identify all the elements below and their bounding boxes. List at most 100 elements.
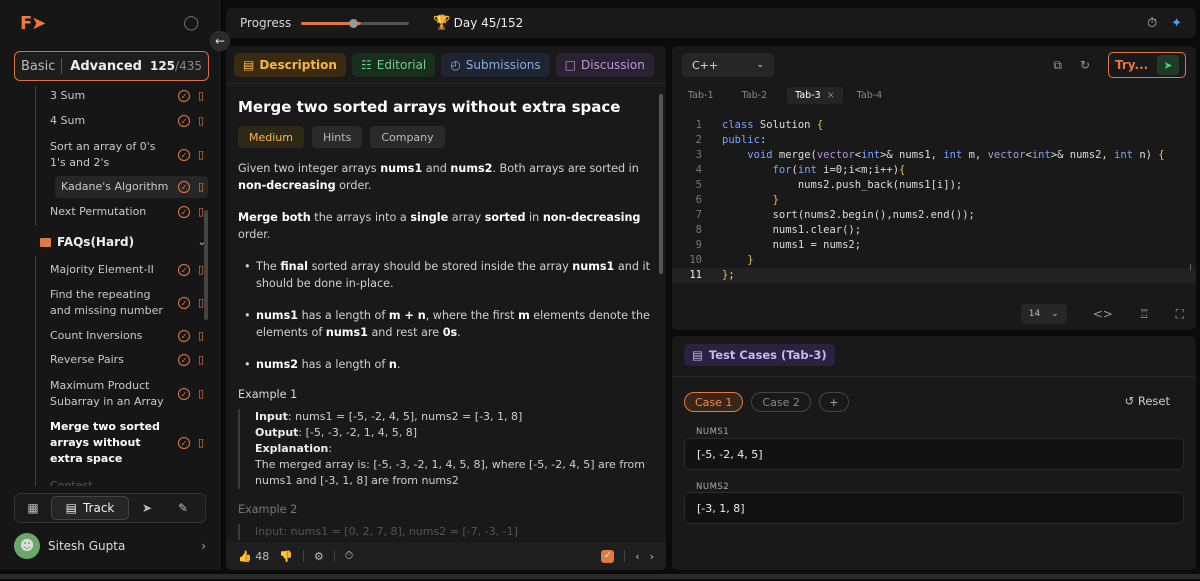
description-footer: 👍 48 👎 ⚙ ⏱ ✓ ‹ › [226, 542, 666, 570]
timer-icon[interactable]: ⏱ [345, 549, 354, 563]
code-line[interactable]: 3 void merge(vector<int>& nums1, int m, … [672, 148, 1196, 163]
bookmark-icon[interactable]: ▯ [198, 90, 208, 102]
line-number: 5 [695, 179, 702, 191]
prev-icon[interactable]: ‹ [635, 550, 639, 563]
progress-label: Progress [240, 16, 292, 30]
list-item[interactable]: Find the repeating and missing number ✓ ▯ [50, 286, 208, 320]
code-line[interactable]: 11}; [672, 268, 1196, 283]
close-icon[interactable]: × [827, 90, 835, 101]
try-button[interactable]: Try... ➤ [1108, 52, 1186, 78]
font-size-select[interactable]: 14 ⌄ [1020, 304, 1067, 324]
file-tab-active[interactable]: Tab-3 × [787, 86, 843, 104]
grid-icon[interactable]: ▦ [15, 501, 51, 515]
track-button[interactable]: ▤ Track [51, 496, 129, 520]
case-tab[interactable]: Case 2 [751, 392, 811, 412]
list-item-active[interactable]: Merge two sorted arrays without extra sp… [50, 418, 208, 468]
check-icon: ✓ [178, 149, 190, 161]
list-item[interactable]: 4 Sum ✓ ▯ [50, 113, 208, 129]
hints-tag[interactable]: Hints [311, 126, 363, 148]
code-text: } [747, 254, 754, 266]
nums2-field[interactable]: [-3, 1, 8] [684, 492, 1184, 524]
tab-discussion[interactable]: □ Discussion [555, 52, 654, 77]
list-item[interactable]: Reverse Pairs ✓ ▯ [50, 352, 208, 368]
tab-editorial[interactable]: ☷ Editorial [351, 52, 436, 77]
case-tab-active[interactable]: Case 1 [684, 392, 744, 412]
list-item[interactable]: 3 Sum ✓ ▯ [50, 88, 208, 104]
test-cases-panel: ▤ Test Cases (Tab-3) Case 1 Case 2 + ↺ Re… [672, 336, 1196, 570]
bookmark-icon[interactable]: ▯ [198, 115, 208, 127]
file-tab[interactable]: Tab-4 [857, 90, 883, 101]
file-tab[interactable]: Tab-2 [742, 90, 768, 101]
dislike-icon[interactable]: 👎 [279, 550, 293, 563]
line-number: 3 [695, 149, 702, 161]
file-tab[interactable]: Tab-1 [688, 90, 714, 101]
fullscreen-icon[interactable]: ⛶ [1176, 307, 1184, 322]
rocket-icon[interactable]: ➤ [1157, 55, 1179, 75]
bookmark-icon[interactable]: ▯ [198, 149, 208, 161]
code-line[interactable]: 6 } [672, 193, 1196, 208]
folder-icon [40, 237, 51, 247]
sidebar-scrollbar[interactable] [204, 210, 208, 320]
tab-description[interactable]: ▤ Description [234, 52, 346, 77]
list-item[interactable]: Count Inversions ✓ ▯ [50, 328, 208, 344]
bookmark-icon[interactable]: ▯ [198, 354, 208, 366]
code-line[interactable]: 8 nums1.clear(); [672, 223, 1196, 238]
like-button[interactable]: 👍 48 [238, 550, 269, 563]
check-icon: ✓ [178, 354, 190, 366]
document-icon: ▤ [243, 57, 255, 72]
app-logo[interactable]: F➤ [20, 13, 46, 34]
format-icon[interactable]: ♖ [1139, 307, 1150, 321]
send-icon[interactable]: ➤ [129, 501, 165, 515]
code-area[interactable]: 1 class Solution {2 public: 3 void merge(ve… [672, 118, 1196, 283]
reset-code-icon[interactable]: ↻ [1080, 58, 1090, 72]
code-line[interactable]: 10 } [672, 253, 1196, 268]
nums1-field[interactable]: [-5, -2, 4, 5] [684, 438, 1184, 470]
copy-icon[interactable]: ⧉ [1053, 58, 1062, 73]
bookmark-icon[interactable]: ▯ [198, 388, 208, 400]
code-icon[interactable]: <> [1093, 307, 1113, 321]
sparkle-icon[interactable]: ✦ [1171, 16, 1182, 31]
code-line[interactable]: 7 sort(nums2.begin(),nums2.end()); [672, 208, 1196, 223]
bookmark-checkbox[interactable]: ✓ [601, 549, 615, 563]
search-icon[interactable]: ◯ [183, 15, 199, 31]
reset-button[interactable]: ↺ Reset [1125, 394, 1170, 408]
list-item[interactable]: Contest [50, 478, 208, 486]
collapse-sidebar-button[interactable]: ← [210, 31, 230, 51]
tab-submissions[interactable]: ◴ Submissions [441, 52, 550, 77]
add-case-button[interactable]: + [818, 392, 849, 412]
list-item[interactable]: Next Permutation ✓ ▯ [50, 204, 208, 220]
code-line[interactable]: 9 nums1 = nums2; [672, 238, 1196, 253]
code-line[interactable]: 5 nums2.push_back(nums1[i]); [672, 178, 1196, 193]
toggle-basic[interactable]: Basic [15, 59, 61, 74]
notes-icon[interactable]: ✎ [165, 501, 201, 515]
bookmark-icon[interactable]: ▯ [198, 181, 208, 193]
next-icon[interactable]: › [650, 550, 654, 563]
timer-icon[interactable]: ⏱ [1147, 16, 1157, 31]
code-text: }; [722, 269, 735, 281]
code-line[interactable]: 1 class Solution { [672, 118, 1196, 133]
test-cases-title: ▤ Test Cases (Tab-3) [684, 344, 835, 366]
bookmark-icon[interactable]: ▯ [198, 437, 208, 449]
difficulty-badge: Medium [238, 126, 304, 148]
file-tabs: Tab-1 Tab-2 Tab-3 × Tab-4 [672, 84, 1196, 106]
list-item[interactable]: Kadane's Algorithm ✓ ▯ [55, 176, 208, 198]
check-icon: ✓ [178, 264, 190, 276]
sidebar-header: F➤ ◯ [0, 0, 219, 46]
bookmark-icon[interactable]: ▯ [198, 330, 208, 342]
horizontal-scrollbar[interactable] [0, 574, 1200, 579]
description-scrollbar[interactable] [659, 94, 663, 274]
code-line[interactable]: 4 for(int i=0;i<m;i++){ [672, 163, 1196, 178]
company-tag[interactable]: Company [370, 126, 445, 148]
description-paragraph: Merge both the arrays into a single arra… [238, 211, 641, 241]
clipboard-icon: ▤ [692, 348, 703, 362]
panel-resize-handle[interactable] [1190, 264, 1191, 270]
list-item[interactable]: Sort an array of 0's 1's and 2's ✓ ▯ [50, 138, 208, 172]
code-line[interactable]: 2 public: [672, 133, 1196, 148]
user-profile[interactable]: ☻ Sitesh Gupta › [14, 531, 206, 561]
list-item[interactable]: Maximum Product Subarray in an Array ✓ ▯ [50, 377, 208, 411]
bug-icon[interactable]: ⚙ [314, 550, 324, 563]
toggle-advanced[interactable]: Advanced [62, 59, 150, 74]
language-select[interactable]: C++ ⌄ [682, 53, 774, 77]
section-faqs-hard[interactable]: FAQs(Hard) ⌄ [40, 235, 206, 249]
list-item[interactable]: Majority Element-II ✓ ▯ [50, 262, 208, 278]
